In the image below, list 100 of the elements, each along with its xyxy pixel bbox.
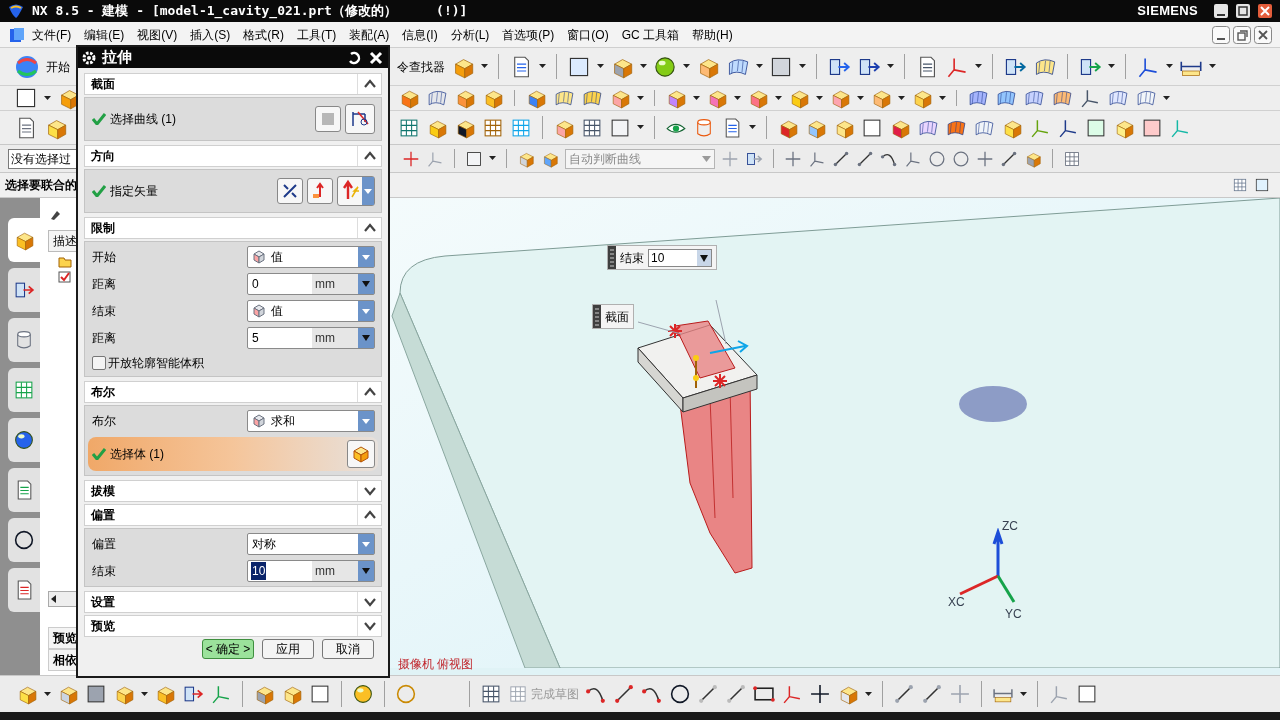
- dropdown-arrow-icon[interactable]: [756, 64, 763, 69]
- restore-button[interactable]: [1233, 25, 1251, 44]
- vector-dialog-button[interactable]: [307, 178, 333, 204]
- selection-row[interactable]: 选择体 (1): [88, 437, 378, 471]
- menu-item[interactable]: GC 工具箱: [621, 25, 679, 44]
- circle-icon[interactable]: [669, 683, 691, 705]
- dropdown-arrow-icon[interactable]: [1020, 691, 1027, 697]
- collapse-chevron-icon[interactable]: [362, 510, 377, 520]
- selection-row[interactable]: 选择曲线 (1): [88, 102, 378, 136]
- sketch-section-button[interactable]: [315, 106, 341, 132]
- section-header[interactable]: 限制: [84, 217, 382, 239]
- dropdown-arrow-icon[interactable]: [939, 95, 946, 101]
- dropdown-arrow-icon[interactable]: [1166, 64, 1173, 69]
- line-icon[interactable]: [613, 683, 635, 705]
- minimize-button[interactable]: [1212, 25, 1230, 44]
- maximize-button[interactable]: [1236, 4, 1250, 18]
- curve-button[interactable]: [345, 104, 375, 134]
- section-header[interactable]: 偏置: [84, 504, 382, 526]
- section-header[interactable]: 布尔: [84, 381, 382, 403]
- grid-icon[interactable]: [398, 116, 420, 139]
- dropdown-arrow-icon[interactable]: [887, 64, 894, 69]
- line-icon[interactable]: [832, 149, 850, 168]
- collapse-chevron-icon[interactable]: [362, 79, 377, 89]
- vector-type-dropdown[interactable]: [337, 176, 375, 206]
- menu-item[interactable]: 文件(F): [32, 25, 72, 44]
- resource-tab[interactable]: [8, 518, 40, 562]
- grid-icon[interactable]: [482, 116, 504, 139]
- start-menu-icon[interactable]: [14, 53, 40, 80]
- menu-item[interactable]: 插入(S): [190, 25, 231, 44]
- menu-item[interactable]: 工具(T): [297, 25, 337, 44]
- dropdown-arrow-icon[interactable]: [898, 95, 905, 101]
- square-icon[interactable]: [465, 149, 483, 168]
- square-icon[interactable]: [14, 86, 38, 110]
- rectangle-icon[interactable]: [753, 683, 775, 705]
- dropdown-arrow-icon[interactable]: [539, 64, 546, 69]
- dropdown-arrow-icon[interactable]: [637, 95, 644, 101]
- dropdown-arrow-icon[interactable]: [683, 64, 690, 69]
- callout-input[interactable]: 10: [648, 248, 712, 267]
- section-header[interactable]: 截面: [84, 73, 382, 95]
- dropdown-arrow-icon[interactable]: [1163, 95, 1170, 101]
- reset-icon[interactable]: [346, 49, 362, 66]
- app-menu-icon[interactable]: [8, 25, 26, 44]
- option-dropdown[interactable]: 求和: [247, 410, 375, 432]
- collapse-chevron-icon[interactable]: [362, 223, 377, 233]
- grip-icon[interactable]: [593, 305, 601, 328]
- dropdown-arrow-icon[interactable]: [640, 64, 647, 69]
- dropdown-arrow-icon[interactable]: [816, 95, 823, 101]
- collapse-chevron-icon[interactable]: [362, 151, 377, 161]
- grip-icon[interactable]: [608, 246, 616, 269]
- dropdown-arrow-icon[interactable]: [975, 64, 982, 69]
- collapse-chevron-icon[interactable]: [362, 387, 377, 397]
- plus-icon[interactable]: [809, 683, 831, 705]
- checkbox-icon[interactable]: [58, 271, 72, 283]
- folder-icon[interactable]: [58, 256, 72, 268]
- menu-item[interactable]: 帮助(H): [692, 25, 733, 44]
- scroll-left-icon[interactable]: [49, 594, 59, 604]
- sphere-icon[interactable]: [13, 429, 35, 451]
- number-field[interactable]: 0 mm: [247, 273, 375, 295]
- menu-item[interactable]: 窗口(O): [567, 25, 609, 44]
- menu-item[interactable]: 首选项(P): [502, 25, 555, 44]
- menu-item[interactable]: 格式(R): [243, 25, 284, 44]
- axes-icon[interactable]: [781, 683, 803, 705]
- dropdown-arrow-icon[interactable]: [489, 156, 496, 161]
- sphere-icon[interactable]: [653, 54, 677, 79]
- dialog-button[interactable]: 应用: [262, 639, 314, 659]
- circle-icon[interactable]: [13, 529, 35, 551]
- command-finder-label[interactable]: 令查找器: [397, 57, 445, 76]
- option-dropdown[interactable]: 对称: [247, 533, 375, 555]
- grid-icon[interactable]: [13, 379, 35, 401]
- dropdown-arrow-icon[interactable]: [749, 125, 756, 130]
- dimension-callout[interactable]: 结束 10: [607, 245, 717, 270]
- grid-icon[interactable]: [581, 116, 603, 139]
- dropdown-arrow-icon[interactable]: [44, 95, 51, 101]
- line-icon[interactable]: [856, 149, 874, 168]
- dropdown-arrow-icon[interactable]: [1108, 64, 1115, 69]
- menu-item[interactable]: 编辑(E): [84, 25, 125, 44]
- close-icon[interactable]: [368, 49, 384, 66]
- option-dropdown[interactable]: 值: [247, 300, 375, 322]
- resource-tab[interactable]: [8, 418, 40, 462]
- pin-icon[interactable]: [48, 208, 62, 222]
- number-field[interactable]: 10 mm: [247, 560, 375, 582]
- expand-chevron-icon[interactable]: [362, 621, 377, 631]
- close-button[interactable]: [1258, 4, 1272, 18]
- grid-icon[interactable]: [1063, 149, 1081, 168]
- settings-icon[interactable]: [82, 50, 96, 65]
- minimize-button[interactable]: [1214, 4, 1228, 18]
- axes-icon[interactable]: [1079, 87, 1101, 109]
- reverse-direction-button[interactable]: [277, 178, 303, 204]
- menu-item[interactable]: 装配(A): [349, 25, 390, 44]
- section-header[interactable]: 方向: [84, 145, 382, 167]
- dropdown-arrow-icon[interactable]: [597, 64, 604, 69]
- dropdown-arrow-icon[interactable]: [693, 95, 700, 101]
- sphere-icon[interactable]: [352, 683, 374, 705]
- dropdown-arrow-icon[interactable]: [775, 95, 782, 101]
- dropdown-arrow-icon[interactable]: [141, 691, 148, 697]
- grid-icon[interactable]: [480, 683, 502, 705]
- section-header[interactable]: 设置: [84, 591, 382, 613]
- dropdown-arrow-icon[interactable]: [1209, 64, 1216, 69]
- select-body-button[interactable]: [347, 440, 375, 468]
- number-field[interactable]: 5 mm: [247, 327, 375, 349]
